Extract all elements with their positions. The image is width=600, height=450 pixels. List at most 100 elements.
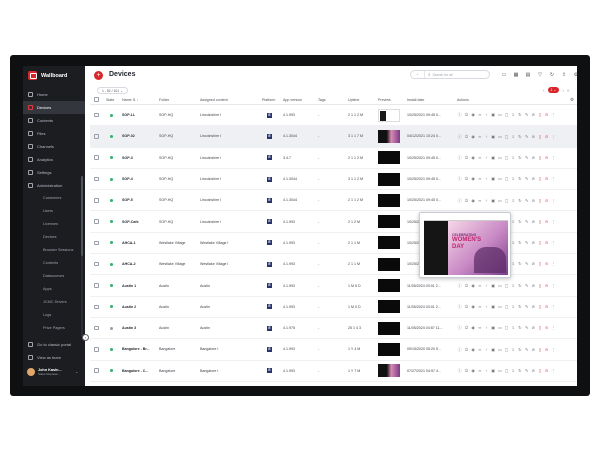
link-icon[interactable]: ∞ — [477, 347, 483, 353]
sidebar-subitem[interactable]: Logs — [23, 309, 85, 322]
sidebar-subitem[interactable]: Customers — [23, 192, 85, 205]
refresh-icon[interactable]: ↻ — [548, 71, 556, 79]
download-icon[interactable]: ⇩ — [511, 198, 517, 204]
upload-icon[interactable]: ↑ — [484, 134, 490, 140]
display-icon[interactable]: ▭ — [497, 304, 503, 310]
download-icon[interactable]: ⇩ — [511, 283, 517, 289]
power-icon[interactable]: ⏻ — [464, 134, 470, 140]
power-icon[interactable]: ⏻ — [464, 325, 470, 331]
more-icon[interactable]: ⋮ — [551, 219, 557, 225]
folder-icon[interactable]: ▢ — [504, 112, 510, 118]
sidebar-subitem[interactable]: Licenses — [23, 218, 85, 231]
download-icon[interactable]: ⇩ — [511, 112, 517, 118]
info-icon[interactable]: ⓘ — [457, 176, 463, 182]
device-name[interactable]: Bangalore - C... — [120, 369, 159, 373]
col-name[interactable]: Name ⇅ ↑ — [120, 98, 159, 102]
row-checkbox[interactable] — [90, 219, 104, 224]
display-icon[interactable]: ▭ — [497, 134, 503, 140]
download-icon[interactable]: ⇩ — [511, 261, 517, 267]
stop-icon[interactable]: ⊘ — [531, 368, 537, 374]
upload-icon[interactable]: ↑ — [484, 347, 490, 353]
preview-thumbnail[interactable] — [378, 257, 400, 271]
preview-cell[interactable] — [378, 129, 407, 143]
eye-icon[interactable]: ◉ — [470, 198, 476, 204]
preview-cell[interactable] — [378, 342, 407, 356]
folder-icon[interactable]: ▢ — [504, 304, 510, 310]
delete-icon[interactable]: ▯ — [537, 240, 543, 246]
eye-icon[interactable]: ◉ — [470, 283, 476, 289]
sidebar-scroll-thumb[interactable] — [81, 176, 83, 256]
column-settings-icon[interactable]: ⚙ — [570, 97, 574, 103]
power-icon[interactable]: ⏻ — [464, 304, 470, 310]
sidebar-subitem[interactable]: Price Pagers — [23, 322, 85, 335]
delete-icon[interactable]: ▯ — [537, 261, 543, 267]
last-page-icon[interactable]: » — [567, 88, 570, 93]
stop-icon[interactable]: ⊘ — [531, 347, 537, 353]
more-icon[interactable]: ⋮ — [551, 198, 557, 204]
display-icon[interactable]: ▭ — [497, 198, 503, 204]
eye-icon[interactable]: ◉ — [470, 112, 476, 118]
link-icon[interactable]: ∞ — [477, 112, 483, 118]
eye-icon[interactable]: ◉ — [470, 325, 476, 331]
display-icon[interactable]: ▭ — [497, 112, 503, 118]
stop-icon[interactable]: ⊘ — [531, 198, 537, 204]
search-scope-select[interactable]: ⌄ — [411, 71, 425, 78]
preview-thumbnail[interactable] — [378, 342, 400, 356]
download-icon[interactable]: ⇩ — [511, 368, 517, 374]
user-profile[interactable]: John Kasin... Sales Represe... — [27, 368, 62, 376]
row-checkbox[interactable] — [90, 134, 104, 139]
sidebar-item-home[interactable]: Home — [23, 88, 85, 101]
col-uptime[interactable]: Uptime — [348, 98, 378, 102]
settings-icon[interactable]: ⚙ — [572, 71, 577, 79]
alert-icon[interactable]: ⊙ — [544, 261, 550, 267]
wrench-icon[interactable]: ✎ — [524, 198, 530, 204]
alert-icon[interactable]: ⊙ — [544, 368, 550, 374]
table-row[interactable]: Bangalore - C... Bangalore Bangalore I E 4.1… — [90, 361, 577, 382]
assigned-content[interactable]: Westlake Village I — [200, 262, 262, 266]
wrench-icon[interactable]: ✎ — [524, 304, 530, 310]
preview-thumbnail[interactable] — [378, 300, 400, 314]
wrench-icon[interactable]: ✎ — [524, 176, 530, 182]
stop-icon[interactable]: ⊘ — [531, 112, 537, 118]
preview-cell[interactable] — [378, 300, 407, 314]
screenshot-icon[interactable]: ▣ — [490, 155, 496, 161]
assigned-content[interactable]: Austin — [200, 326, 262, 330]
upload-icon[interactable]: ↑ — [484, 155, 490, 161]
download-icon[interactable]: ⇩ — [511, 347, 517, 353]
eye-icon[interactable]: ◉ — [470, 176, 476, 182]
preview-cell[interactable] — [378, 151, 407, 165]
wrench-icon[interactable]: ✎ — [524, 283, 530, 289]
display-icon[interactable]: ▭ — [497, 347, 503, 353]
row-checkbox[interactable] — [90, 155, 104, 160]
row-checkbox[interactable] — [90, 325, 104, 331]
prev-page-icon[interactable]: ‹ — [543, 88, 545, 93]
download-icon[interactable]: ⇩ — [511, 219, 517, 225]
screenshot-icon[interactable]: ▣ — [490, 368, 496, 374]
upload-icon[interactable]: ↑ — [484, 112, 490, 118]
device-name[interactable]: SOP-5 — [120, 198, 159, 202]
restart-icon[interactable]: ↻ — [517, 304, 523, 310]
alert-icon[interactable]: ⊙ — [544, 283, 550, 289]
sidebar-bottom-item[interactable]: Go to classic portal — [23, 338, 85, 351]
alert-icon[interactable]: ⊙ — [544, 134, 550, 140]
table-row[interactable]: SOP-3 SOP-HQ Lincolnshire I E 3.4.7 - 2 1 1 2 … — [90, 148, 577, 169]
row-checkbox[interactable] — [90, 176, 104, 182]
power-icon[interactable]: ⏻ — [464, 112, 470, 118]
delete-icon[interactable]: ▯ — [537, 134, 543, 140]
sidebar-item-channels[interactable]: Channels — [23, 140, 85, 153]
restart-icon[interactable]: ↻ — [517, 347, 523, 353]
download-icon[interactable]: ⇩ — [511, 134, 517, 140]
sidebar-bottom-item[interactable]: View as team — [23, 351, 85, 364]
col-folder[interactable]: Folder — [159, 98, 200, 102]
preview-thumbnail[interactable] — [378, 193, 400, 207]
link-icon[interactable]: ∞ — [477, 368, 483, 374]
delete-icon[interactable]: ▯ — [537, 198, 543, 204]
more-icon[interactable]: ⋮ — [551, 240, 557, 246]
display-icon[interactable]: ▭ — [497, 283, 503, 289]
delete-icon[interactable]: ▯ — [537, 155, 543, 161]
sidebar-item-contents[interactable]: Contents — [23, 114, 85, 127]
delete-icon[interactable]: ▯ — [537, 304, 543, 310]
col-assigned-content[interactable]: Assigned content — [200, 98, 262, 102]
power-icon[interactable]: ⏻ — [464, 198, 470, 204]
link-icon[interactable]: ∞ — [477, 155, 483, 161]
